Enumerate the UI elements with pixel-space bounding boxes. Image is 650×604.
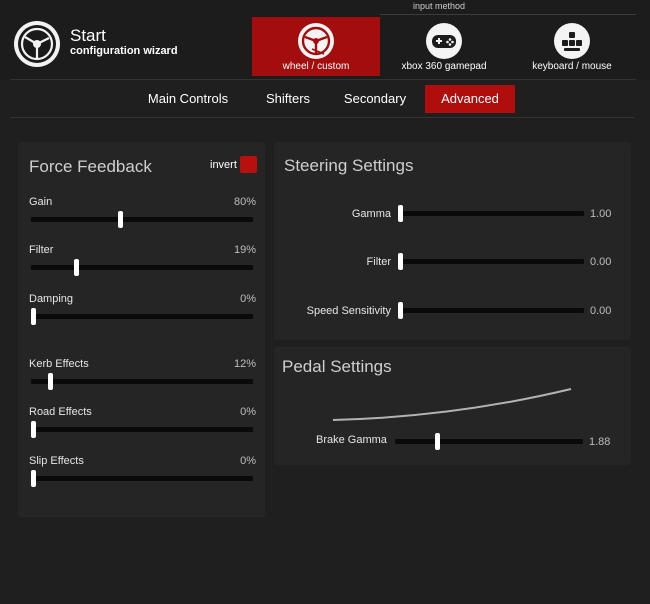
input-method-label: input method	[413, 1, 466, 11]
app-subtitle: configuration wizard	[70, 45, 178, 57]
steering-filter-slider-thumb[interactable]	[398, 253, 403, 270]
tab-shifters[interactable]: Shifters	[252, 85, 324, 113]
tab-bar: Main Controls Shifters Secondary Advance…	[0, 80, 650, 118]
keyboard-icon	[554, 23, 590, 59]
xbox-gamepad-label: xbox 360 gamepad	[401, 61, 487, 72]
brake-gamma-slider-track[interactable]	[395, 433, 583, 450]
tab-advanced[interactable]: Advanced	[425, 85, 515, 113]
gain-slider-track[interactable]	[31, 211, 253, 228]
keyboard-mouse-label: keyboard / mouse	[532, 61, 612, 72]
steering-settings-title: Steering Settings	[284, 156, 414, 175]
gamma-value: 1.00	[590, 208, 612, 220]
slip-effects-slider-thumb[interactable]	[31, 470, 36, 487]
road-effects-label: Road Effects	[29, 406, 92, 418]
speed-sensitivity-slider-row: Speed Sensitivity 0.00	[274, 300, 631, 324]
slip-effects-label: Slip Effects	[29, 455, 84, 467]
kerb-effects-label: Kerb Effects	[29, 358, 89, 370]
gamma-slider-row: Gamma 1.00	[274, 203, 631, 227]
damping-slider-track[interactable]	[31, 308, 253, 325]
road-effects-value: 0%	[240, 406, 256, 418]
header-bar: Start configuration wizard input method …	[0, 0, 650, 80]
filter-slider-row: Filter 19%	[29, 244, 259, 284]
gamma-label: Gamma	[351, 208, 391, 220]
kerb-effects-slider-row: Kerb Effects 12%	[29, 358, 259, 398]
kerb-effects-slider-track[interactable]	[31, 373, 253, 390]
brake-gamma-slider-thumb[interactable]	[435, 433, 441, 450]
force-feedback-panel: Force Feedback invert Gain 80% Filter 19…	[18, 142, 265, 517]
filter-slider-thumb[interactable]	[74, 259, 80, 276]
steering-wheel-icon	[298, 23, 334, 59]
damping-label: Damping	[29, 293, 74, 305]
steering-wheel-logo-icon	[14, 21, 60, 67]
force-feedback-title: Force Feedback	[29, 157, 152, 176]
gamma-slider-thumb[interactable]	[398, 205, 403, 222]
steering-filter-slider-track[interactable]	[398, 253, 584, 270]
speed-sensitivity-value: 0.00	[590, 305, 612, 317]
kerb-effects-value: 12%	[233, 358, 256, 370]
app-title: Start	[70, 26, 106, 45]
wheel-custom-label: wheel / custom	[282, 61, 350, 72]
road-effects-slider-track[interactable]	[31, 421, 253, 438]
gain-slider-thumb[interactable]	[117, 211, 123, 228]
keyboard-mouse-button[interactable]: keyboard / mouse	[508, 17, 636, 76]
input-method-divider	[380, 14, 636, 15]
speed-sensitivity-label: Speed Sensitivity	[306, 305, 391, 317]
steering-settings-panel: Steering Settings Gamma 1.00 Filter 0.00…	[274, 142, 631, 340]
speed-sensitivity-slider-track[interactable]	[398, 302, 584, 319]
slip-effects-slider-row: Slip Effects 0%	[29, 455, 259, 495]
tab-secondary[interactable]: Secondary	[332, 85, 418, 113]
steering-filter-slider-row: Filter 0.00	[274, 251, 631, 275]
kerb-effects-slider-thumb[interactable]	[48, 373, 54, 390]
road-effects-slider-thumb[interactable]	[31, 421, 36, 438]
steering-filter-label: Filter	[366, 256, 391, 268]
invert-label: invert	[210, 159, 237, 171]
steering-filter-value: 0.00	[590, 256, 612, 268]
brake-gamma-curve	[332, 388, 572, 421]
gain-label: Gain	[29, 196, 53, 208]
xbox-gamepad-button[interactable]: xbox 360 gamepad	[380, 17, 508, 76]
filter-value: 19%	[233, 244, 256, 256]
tab-main-controls[interactable]: Main Controls	[132, 85, 244, 113]
filter-label: Filter	[29, 244, 54, 256]
damping-slider-row: Damping 0%	[29, 293, 259, 333]
tabs-divider	[10, 117, 634, 118]
wheel-custom-button[interactable]: wheel / custom	[252, 17, 380, 76]
slip-effects-slider-track[interactable]	[31, 470, 253, 487]
gain-slider-row: Gain 80%	[29, 196, 259, 236]
pedal-settings-panel: Pedal Settings Brake Gamma 1.88	[274, 347, 631, 465]
damping-slider-thumb[interactable]	[31, 308, 36, 325]
brake-gamma-label: Brake Gamma	[316, 434, 387, 446]
road-effects-slider-row: Road Effects 0%	[29, 406, 259, 446]
damping-value: 0%	[240, 293, 256, 305]
gamma-slider-track[interactable]	[398, 205, 584, 222]
filter-slider-track[interactable]	[31, 259, 253, 276]
slip-effects-value: 0%	[240, 455, 256, 467]
speed-sensitivity-slider-thumb[interactable]	[398, 302, 403, 319]
brake-gamma-value: 1.88	[589, 436, 611, 448]
gain-value: 80%	[233, 196, 256, 208]
invert-checkbox[interactable]	[240, 156, 257, 173]
gamepad-icon	[426, 23, 462, 59]
